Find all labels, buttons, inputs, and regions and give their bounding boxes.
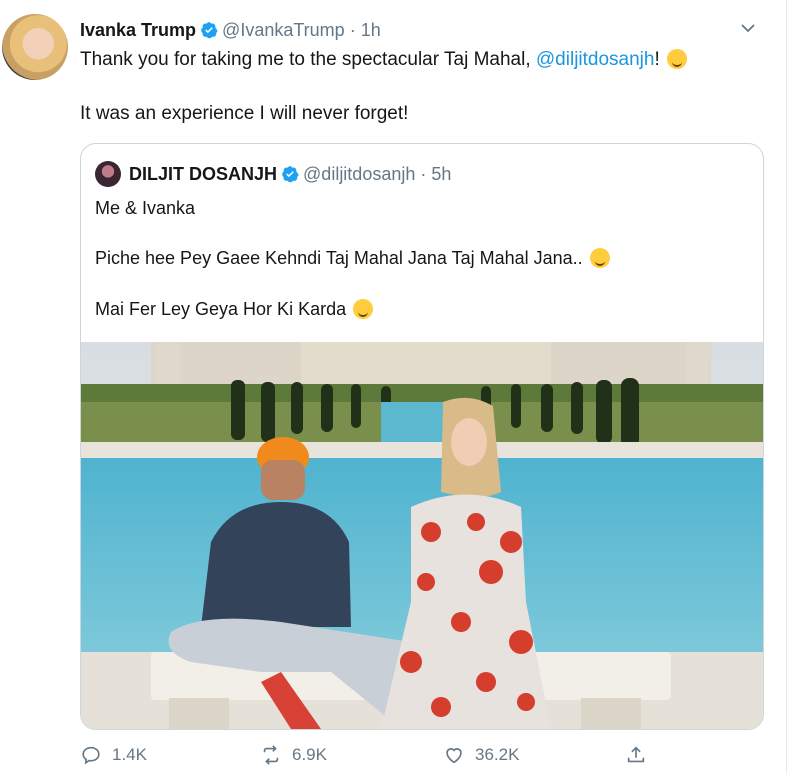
share-icon [627,746,645,763]
share-button[interactable] [625,744,657,766]
verified-badge-icon [282,166,299,183]
tweet-header: Ivanka Trump @IvankaTrump · 1h [80,18,746,42]
quoted-text: Mai Fer Ley Geya Hor Ki Karda [95,299,347,319]
tweet-time[interactable]: 1h [361,20,381,40]
mention-link[interactable]: @diljitdosanjh [536,49,655,70]
quoted-text: Piche hee Pey Gaee Kehndi Taj Mahal Jana… [95,248,583,268]
sunglasses-face-emoji-icon [353,299,374,319]
chevron-down-icon[interactable] [740,20,756,36]
tweet-text: Thank you for taking me to the spectacul… [80,49,536,70]
retweet-count: 6.9K [292,745,327,764]
quoted-text-line-3: Mai Fer Ley Geya Hor Ki Karda [95,297,374,321]
quoted-tweet[interactable]: DILJIT DOSANJH @diljitdosanjh · 5h Me & I… [80,143,764,730]
verified-badge-icon [201,22,218,39]
reply-button[interactable]: 1.4K [80,744,147,766]
tweet-actions: 1.4K 6.9K 36.2K [80,744,680,774]
winking-face-emoji-icon [667,49,688,69]
quoted-handle: @diljitdosanjh [303,164,416,184]
author-handle[interactable]: @IvankaTrump [222,20,345,40]
tweet-text-line-2: It was an experience I will never forget… [80,103,409,124]
author-name[interactable]: Ivanka Trump [80,20,196,40]
zany-face-emoji-icon [589,248,610,268]
tweet-card[interactable]: Ivanka Trump @IvankaTrump · 1h Thank you … [0,0,787,774]
quoted-text-line-1: Me & Ivanka [95,198,196,218]
retweet-icon [263,745,279,765]
quoted-time: 5h [431,164,452,184]
separator: · [420,164,427,184]
quoted-header: DILJIT DOSANJH @diljitdosanjh · 5h [129,162,451,186]
taj-mahal-photo[interactable] [81,342,763,729]
tweet-text-line-1: Thank you for taking me to the spectacul… [80,48,688,72]
heart-icon [446,748,462,764]
reply-count: 1.4K [112,745,147,764]
like-button[interactable]: 36.2K [443,744,519,766]
retweet-button[interactable]: 6.9K [260,744,327,766]
like-count: 36.2K [475,745,520,764]
avatar[interactable] [2,14,68,80]
quoted-author-name: DILJIT DOSANJH [129,164,278,184]
quoted-avatar [95,161,121,187]
separator: · [349,20,356,40]
quoted-text-line-2: Piche hee Pey Gaee Kehndi Taj Mahal Jana… [95,246,610,270]
reply-icon [82,746,100,765]
tweet-text-end: ! [654,49,660,70]
